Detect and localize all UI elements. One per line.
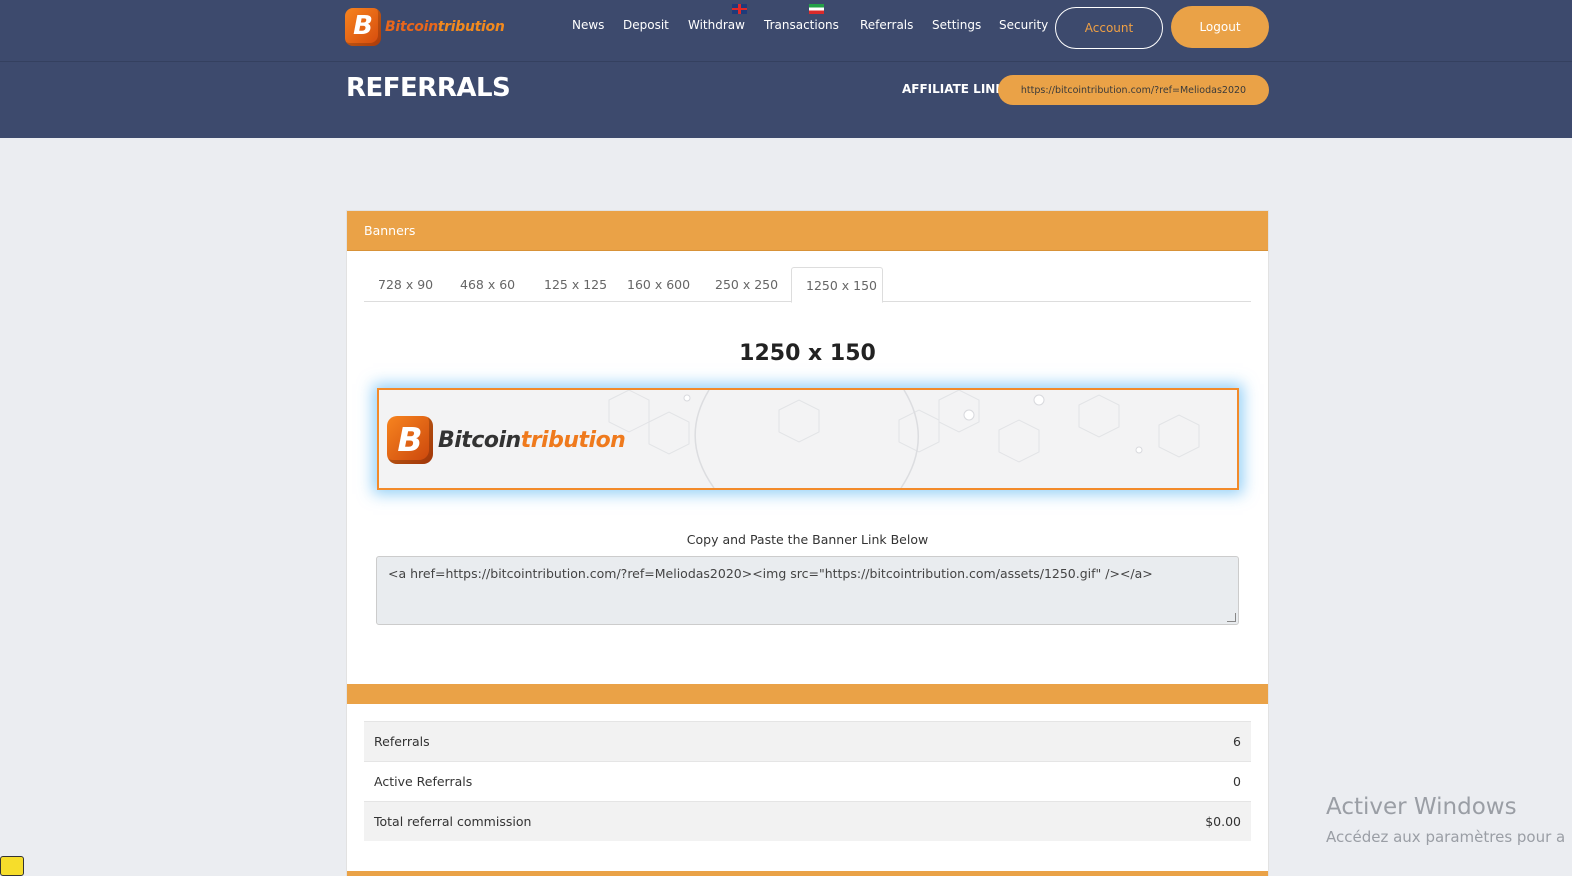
- stat-label-active-referrals: Active Referrals: [374, 774, 473, 789]
- banner-logo: B Bitcointribution: [387, 416, 626, 464]
- tab-468x60[interactable]: 468 x 60: [446, 267, 529, 302]
- brand-wordmark: Bitcointribution: [385, 19, 505, 35]
- banner-code-textarea[interactable]: <a href=https://bitcointribution.com/?re…: [376, 556, 1239, 625]
- banners-panel-header: Banners: [347, 211, 1268, 251]
- nav-withdraw[interactable]: Withdraw: [688, 18, 745, 32]
- nav-security[interactable]: Security: [999, 18, 1048, 32]
- tab-250x250[interactable]: 250 x 250: [701, 267, 792, 302]
- affiliate-link-field[interactable]: https://bitcointribution.com/?ref=Meliod…: [998, 75, 1269, 105]
- account-button[interactable]: Account: [1055, 7, 1163, 49]
- taskbar-app-icon[interactable]: [0, 856, 24, 876]
- table-row: Active Referrals 0: [364, 761, 1251, 801]
- banners-panel: Banners 728 x 90 468 x 60 125 x 125 160 …: [346, 210, 1269, 876]
- logout-button[interactable]: Logout: [1171, 6, 1269, 48]
- copy-instructions: Copy and Paste the Banner Link Below: [686, 532, 929, 547]
- table-row: Referrals 6: [364, 721, 1251, 761]
- selected-banner-size: 1250 x 150: [739, 341, 876, 366]
- banner-preview[interactable]: B Bitcointribution: [377, 388, 1239, 490]
- tab-728x90[interactable]: 728 x 90: [364, 267, 447, 302]
- table-row: Total referral commission $0.00: [364, 801, 1251, 841]
- english-flag-icon[interactable]: [732, 4, 747, 14]
- header-divider: [0, 61, 1572, 62]
- banner-wordmark: Bitcointribution: [438, 427, 626, 453]
- affiliate-link-label: AFFILIATE LINK:: [902, 82, 1010, 96]
- banner-code-text: <a href=https://bitcointribution.com/?re…: [388, 566, 1153, 581]
- stat-label-referrals: Referrals: [374, 734, 430, 749]
- stat-value-total-commission: $0.00: [1205, 814, 1241, 829]
- watermark-subtitle: Accédez aux paramètres pour a: [1326, 828, 1566, 846]
- stats-panel-header: [347, 684, 1268, 704]
- resize-handle-icon[interactable]: [1227, 613, 1236, 622]
- nav-referrals[interactable]: Referrals: [860, 18, 913, 32]
- nav-transactions[interactable]: Transactions: [764, 18, 839, 32]
- stat-label-total-commission: Total referral commission: [374, 814, 532, 829]
- bitcoin-logo-icon: B: [345, 8, 381, 46]
- persian-flag-icon[interactable]: [809, 4, 824, 14]
- brand-logo[interactable]: B Bitcointribution: [345, 8, 505, 46]
- banners-panel-title: Banners: [364, 223, 416, 238]
- tab-125x125[interactable]: 125 x 125: [530, 267, 621, 302]
- nav-deposit[interactable]: Deposit: [623, 18, 669, 32]
- bitcoin-logo-icon: B: [387, 416, 433, 464]
- stat-value-active-referrals: 0: [1233, 774, 1241, 789]
- nav-settings[interactable]: Settings: [932, 18, 981, 32]
- watermark-title: Activer Windows: [1326, 794, 1517, 820]
- nav-news[interactable]: News: [572, 18, 604, 32]
- banner-size-tabs: 728 x 90 468 x 60 125 x 125 160 x 600 25…: [364, 267, 1251, 303]
- page-title: REFERRALS: [346, 73, 511, 103]
- tab-160x600[interactable]: 160 x 600: [613, 267, 704, 302]
- top-header: B Bitcointribution News Deposit Withdraw…: [0, 0, 1572, 138]
- windows-activation-watermark: Activer Windows Accédez aux paramètres p…: [1326, 794, 1565, 846]
- referral-stats-table: Referrals 6 Active Referrals 0 Total ref…: [364, 721, 1251, 841]
- stat-value-referrals: 6: [1233, 734, 1241, 749]
- next-panel-header: [347, 871, 1268, 876]
- tab-1250x150[interactable]: 1250 x 150: [791, 267, 883, 303]
